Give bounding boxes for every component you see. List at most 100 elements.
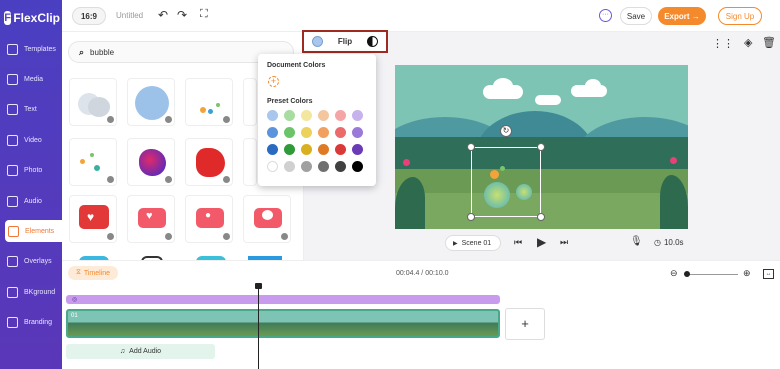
duration-display[interactable]: ◷ 10.0s — [654, 238, 684, 247]
color-swatch[interactable] — [267, 127, 278, 138]
color-swatch[interactable] — [335, 144, 346, 155]
search-input[interactable]: bubble — [90, 48, 114, 57]
replace-icon — [107, 233, 114, 240]
add-color-icon[interactable]: + — [268, 76, 279, 87]
element-track-icon: ◎ — [72, 297, 78, 303]
element-tile[interactable]: ● — [185, 195, 233, 243]
sidebar-item-video[interactable]: Video — [0, 129, 62, 151]
color-swatch[interactable] — [284, 161, 295, 172]
sidebar-item-label: Branding — [24, 319, 53, 327]
color-swatch[interactable] — [284, 110, 295, 121]
scene-selector[interactable]: ▶ Scene 01 — [445, 235, 501, 251]
color-swatch[interactable] — [267, 144, 278, 155]
fit-timeline-icon[interactable]: ↔ — [763, 269, 774, 279]
color-swatch[interactable] — [284, 144, 295, 155]
aspect-ratio-button[interactable]: 16:9 — [72, 7, 106, 25]
element-tile[interactable] — [185, 78, 233, 126]
color-swatch[interactable] — [284, 127, 295, 138]
sidebar-item-bkground[interactable]: BKground — [0, 281, 62, 303]
zoom-slider[interactable] — [686, 274, 738, 275]
element-tile[interactable] — [127, 78, 175, 126]
sidebar-item-text[interactable]: Text — [0, 99, 62, 121]
element-tile[interactable] — [243, 138, 257, 186]
add-audio-button[interactable]: ♫ Add Audio — [66, 344, 215, 359]
video-clip[interactable]: 01 — [66, 309, 500, 338]
flip-button[interactable]: Flip — [338, 37, 352, 46]
resize-handle[interactable] — [537, 143, 545, 151]
element-tile[interactable] — [127, 138, 175, 186]
playhead-handle[interactable] — [255, 283, 262, 289]
color-swatch[interactable] — [352, 161, 363, 172]
play-icon[interactable]: ▶ — [537, 235, 546, 249]
sidebar-item-label: BKground — [24, 288, 56, 296]
replace-icon — [223, 116, 230, 123]
sidebar: F FlexClip Templates Media Text Video Photo A… — [0, 0, 62, 369]
sidebar-item-photo[interactable]: Photo — [0, 160, 62, 182]
media-icon — [7, 73, 18, 85]
zoom-slider-thumb[interactable] — [684, 271, 690, 277]
next-icon[interactable]: ⏭ — [560, 237, 568, 248]
element-tile[interactable]: ♥ — [69, 195, 117, 243]
microphone-icon[interactable]: 🎙 — [630, 236, 643, 247]
color-swatch[interactable] — [335, 110, 346, 121]
video-canvas[interactable]: ↻ — [395, 65, 688, 229]
element-tile[interactable] — [243, 78, 257, 126]
sidebar-item-templates[interactable]: Templates — [0, 38, 62, 60]
resize-handle[interactable] — [537, 213, 545, 221]
previous-icon[interactable]: ⏮ — [514, 237, 522, 248]
add-scene-button[interactable]: + — [505, 308, 545, 340]
selected-element-frame[interactable] — [471, 147, 541, 217]
element-track[interactable]: ◎ — [66, 295, 500, 304]
color-swatch[interactable] — [352, 144, 363, 155]
sidebar-item-media[interactable]: Media — [0, 68, 62, 90]
opacity-icon[interactable] — [367, 36, 379, 47]
color-swatch[interactable] — [335, 161, 346, 172]
sidebar-item-overlays[interactable]: Overlays — [0, 251, 62, 273]
flexclip-logo[interactable]: F FlexClip — [4, 9, 60, 27]
sidebar-item-label: Overlays — [24, 258, 52, 266]
color-swatch[interactable] — [318, 144, 329, 155]
color-swatch[interactable] — [301, 127, 312, 138]
playhead[interactable] — [258, 283, 259, 369]
color-swatch[interactable] — [301, 144, 312, 155]
color-swatch[interactable] — [318, 110, 329, 121]
undo-icon[interactable]: ↶ — [158, 8, 168, 22]
video-icon — [7, 134, 18, 146]
chat-icon[interactable]: ··· — [599, 9, 612, 22]
color-swatch[interactable] — [318, 127, 329, 138]
fullscreen-icon[interactable]: ⛶ — [200, 8, 208, 21]
zoom-out-icon[interactable]: ⊖ — [670, 268, 678, 279]
play-small-icon: ▶ — [453, 240, 458, 247]
color-swatch[interactable] — [301, 110, 312, 121]
resize-handle[interactable] — [467, 213, 475, 221]
rotate-icon[interactable]: ↻ — [500, 125, 512, 137]
color-swatch[interactable] — [318, 161, 329, 172]
sidebar-item-elements[interactable]: Elements — [5, 220, 62, 243]
element-tile[interactable]: ♥ — [127, 195, 175, 243]
trash-icon[interactable]: 🗑 — [762, 36, 776, 49]
sidebar-item-branding[interactable]: Branding — [0, 312, 62, 334]
export-button[interactable]: Export → — [658, 7, 706, 25]
timeline-tab[interactable]: ⧖ Timeline — [68, 266, 118, 280]
element-tile[interactable] — [69, 138, 117, 186]
sign-up-button[interactable]: Sign Up — [718, 7, 762, 25]
color-swatch[interactable] — [352, 127, 363, 138]
resize-handle[interactable] — [467, 143, 475, 151]
color-swatch[interactable] — [267, 110, 278, 121]
redo-icon[interactable]: ↷ — [177, 8, 187, 22]
color-swatch[interactable] — [335, 127, 346, 138]
color-swatch[interactable] — [301, 161, 312, 172]
color-swatch[interactable] — [267, 161, 278, 172]
element-tile[interactable] — [243, 195, 291, 243]
color-swatch[interactable] — [352, 110, 363, 121]
project-name-field[interactable]: Untitled — [116, 11, 143, 20]
element-tile[interactable] — [185, 138, 233, 186]
save-button[interactable]: Save — [620, 7, 652, 25]
clip-number: 01 — [71, 313, 78, 319]
grid-icon[interactable]: ⋮⋮ — [712, 37, 734, 50]
layers-icon[interactable]: ◈ — [744, 36, 752, 49]
element-tile[interactable] — [69, 78, 117, 126]
color-picker-button[interactable] — [311, 36, 323, 47]
zoom-in-icon[interactable]: ⊕ — [743, 268, 751, 279]
sidebar-item-audio[interactable]: Audio — [0, 190, 62, 212]
